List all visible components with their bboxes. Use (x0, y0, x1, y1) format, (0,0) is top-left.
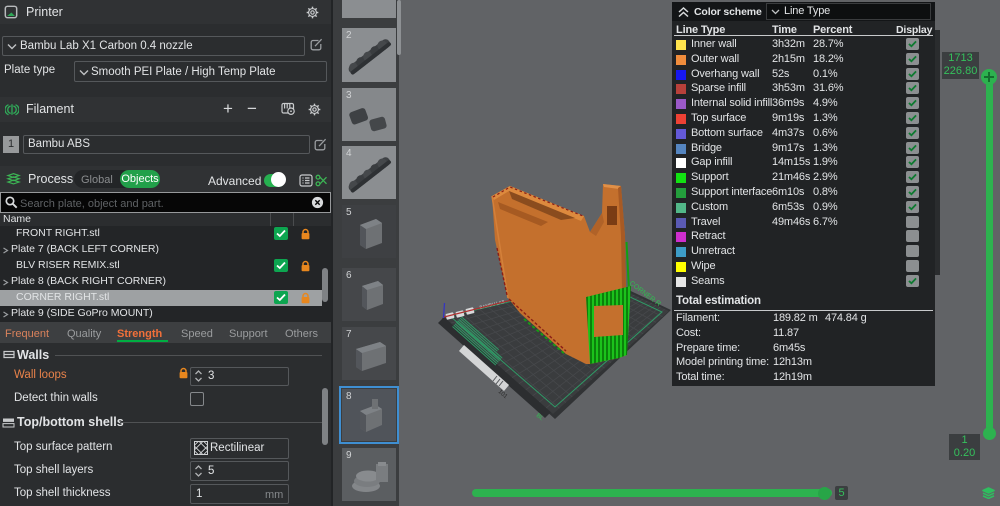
svg-text:101: 101 (497, 389, 509, 401)
